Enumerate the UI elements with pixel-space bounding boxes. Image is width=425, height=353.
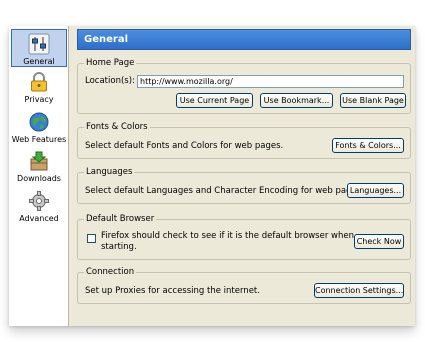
page-title: General: [84, 34, 128, 45]
sidebar-item-privacy[interactable]: Privacy: [11, 68, 67, 106]
general-panel: General Home Page Location(s): http://ww…: [77, 26, 411, 326]
use-current-page-button[interactable]: Use Current Page: [176, 93, 253, 108]
lock-icon: [31, 72, 47, 92]
fonts-colors-group: Fonts & Colors Select default Fonts and …: [77, 122, 411, 159]
languages-group: Languages Select default Languages and C…: [77, 167, 411, 204]
default-browser-checkbox[interactable]: [87, 234, 96, 243]
fonts-colors-button[interactable]: Fonts & Colors...: [332, 138, 404, 153]
languages-button[interactable]: Languages...: [347, 183, 404, 198]
group-title: Default Browser: [84, 214, 157, 224]
category-sidebar: General Privacy Web Features Downloads A…: [9, 26, 69, 326]
default-browser-label-line2: starting.: [101, 242, 137, 252]
sidebar-item-label: Downloads: [17, 174, 61, 183]
options-window: General Privacy Web Features Downloads A…: [9, 26, 415, 326]
sidebar-item-downloads[interactable]: Downloads: [11, 147, 67, 185]
group-title: Languages: [84, 167, 135, 177]
sidebar-item-web-features[interactable]: Web Features: [11, 108, 67, 146]
default-browser-group: Default Browser Firefox should check to …: [77, 214, 411, 260]
connection-settings-button[interactable]: Connection Settings...: [314, 283, 404, 298]
sidebar-item-general[interactable]: General: [11, 29, 67, 67]
fonts-colors-description: Select default Fonts and Colors for web …: [85, 141, 284, 151]
connection-description: Set up Proxies for accessing the interne…: [85, 286, 260, 296]
sidebar-item-label: General: [23, 57, 55, 66]
group-title: Home Page: [84, 58, 137, 68]
location-label: Location(s):: [85, 76, 135, 86]
home-page-group: Home Page Location(s): http://www.mozill…: [77, 58, 411, 114]
use-blank-page-button[interactable]: Use Blank Page: [340, 93, 406, 108]
globe-icon: [29, 112, 49, 132]
use-bookmark-button[interactable]: Use Bookmark...: [260, 93, 333, 108]
group-title: Connection: [84, 267, 137, 277]
languages-description: Select default Languages and Character E…: [85, 186, 364, 196]
default-browser-label-line1: Firefox should check to see if it is the…: [101, 231, 354, 241]
downloads-box-icon: [30, 151, 48, 171]
panel-header: General: [77, 29, 411, 50]
gear-icon: [29, 191, 49, 211]
sidebar-item-label: Privacy: [24, 95, 54, 104]
check-now-button[interactable]: Check Now: [354, 234, 404, 249]
group-title: Fonts & Colors: [84, 122, 150, 132]
sidebar-item-label: Web Features: [11, 135, 67, 144]
location-input[interactable]: http://www.mozilla.org/: [137, 75, 404, 88]
sliders-icon: [28, 33, 50, 55]
sidebar-item-label: Advanced: [19, 214, 59, 223]
connection-group: Connection Set up Proxies for accessing …: [77, 267, 411, 304]
sidebar-item-advanced[interactable]: Advanced: [11, 187, 67, 225]
